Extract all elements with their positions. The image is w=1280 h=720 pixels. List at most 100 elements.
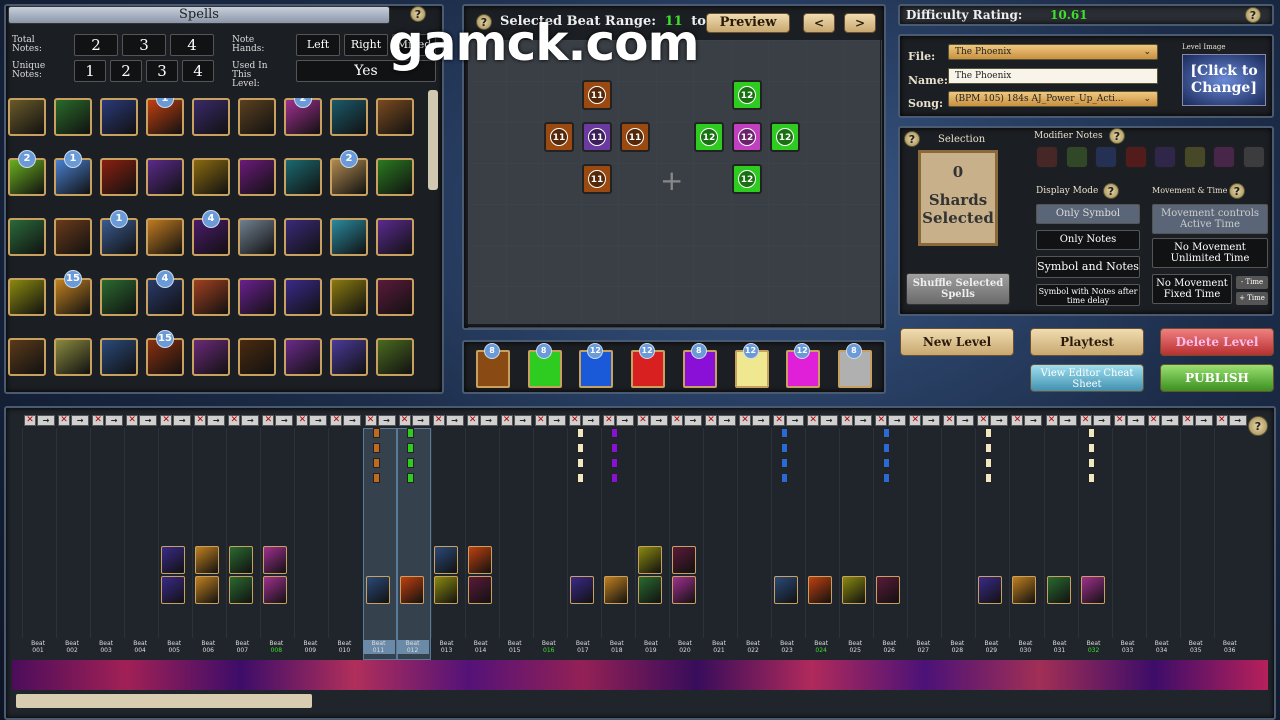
insert-beat-icon[interactable]: →	[888, 415, 907, 426]
timeline-spell[interactable]	[195, 546, 220, 574]
insert-beat-icon[interactable]: →	[786, 415, 805, 426]
spell-card[interactable]	[192, 98, 230, 136]
insert-beat-icon[interactable]: →	[990, 415, 1009, 426]
insert-beat-icon[interactable]: →	[547, 415, 566, 426]
display-mode-help-icon[interactable]: ?	[1103, 183, 1119, 199]
spell-card[interactable]	[284, 158, 322, 196]
beat-label[interactable]: Beat 030	[1009, 640, 1041, 654]
spell-card[interactable]	[8, 338, 46, 376]
delete-beat-icon[interactable]: ✕	[126, 415, 139, 426]
insert-beat-icon[interactable]: →	[37, 415, 55, 426]
grid-note-green[interactable]: 12	[732, 164, 762, 194]
timeline-note-marker[interactable]	[576, 428, 584, 438]
timeline-note-marker[interactable]	[610, 443, 618, 453]
timeline-spell[interactable]	[229, 546, 254, 574]
unique-notes-2[interactable]: 2	[110, 60, 142, 82]
timeline-spell[interactable]	[978, 576, 1003, 604]
timeline-note-marker[interactable]	[406, 443, 414, 453]
insert-beat-icon[interactable]: →	[615, 415, 634, 426]
spell-card[interactable]	[100, 158, 138, 196]
unique-notes-1[interactable]: 1	[74, 60, 106, 82]
beat-label[interactable]: Beat 019	[635, 640, 667, 654]
timeline-note-marker[interactable]	[1087, 428, 1095, 438]
insert-beat-icon[interactable]: →	[377, 415, 396, 426]
beat-label[interactable]: Beat 032	[1078, 640, 1110, 654]
delete-beat-icon[interactable]: ✕	[228, 415, 241, 426]
timeline-spell[interactable]	[195, 576, 220, 604]
insert-beat-icon[interactable]: →	[411, 415, 430, 426]
playtest-button[interactable]: Playtest	[1030, 328, 1144, 356]
delete-beat-icon[interactable]: ✕	[1011, 415, 1024, 426]
publish-button[interactable]: PUBLISH	[1160, 364, 1274, 392]
modifier-note-slot[interactable]	[1213, 146, 1235, 168]
delete-beat-icon[interactable]: ✕	[841, 415, 854, 426]
insert-beat-icon[interactable]: →	[1194, 415, 1213, 426]
grid-note-brown[interactable]: 11	[620, 122, 650, 152]
beat-label[interactable]: Beat 026	[873, 640, 905, 654]
timeline-note-marker[interactable]	[985, 458, 993, 468]
timeline-spell[interactable]	[161, 576, 186, 604]
beat-label[interactable]: Beat 034	[1146, 640, 1178, 654]
spell-card[interactable]	[192, 278, 230, 316]
spell-card[interactable]	[100, 98, 138, 136]
beat-label[interactable]: Beat 007	[226, 640, 258, 654]
delete-beat-icon[interactable]: ✕	[92, 415, 105, 426]
timeline-note-marker[interactable]	[781, 458, 789, 468]
spell-card[interactable]	[238, 158, 276, 196]
selection-help-icon[interactable]: ?	[904, 131, 920, 147]
display-only-notes[interactable]: Only Notes	[1036, 230, 1140, 250]
timeline-note-marker[interactable]	[883, 443, 891, 453]
beat-label[interactable]: Beat 036	[1214, 640, 1246, 654]
spell-card[interactable]	[100, 338, 138, 376]
unique-notes-3[interactable]: 3	[146, 60, 178, 82]
spell-card[interactable]	[284, 338, 322, 376]
next-range-button[interactable]: >	[844, 13, 876, 33]
hand-right-button[interactable]: Right	[344, 34, 388, 56]
delete-beat-icon[interactable]: ✕	[1181, 415, 1194, 426]
spell-card[interactable]	[238, 98, 276, 136]
total-notes-3[interactable]: 3	[122, 34, 166, 56]
insert-beat-icon[interactable]: →	[1160, 415, 1179, 426]
beat-label[interactable]: Beat 017	[567, 640, 599, 654]
delete-beat-icon[interactable]: ✕	[909, 415, 922, 426]
delete-beat-icon[interactable]: ✕	[1147, 415, 1160, 426]
delete-beat-icon[interactable]: ✕	[194, 415, 207, 426]
insert-beat-icon[interactable]: →	[173, 415, 192, 426]
beat-label[interactable]: Beat 014	[465, 640, 497, 654]
spell-card[interactable]	[330, 218, 368, 256]
beat-label[interactable]: Beat 031	[1044, 640, 1076, 654]
spell-card[interactable]	[284, 218, 322, 256]
shuffle-selected-button[interactable]: Shuffle Selected Spells	[906, 273, 1010, 305]
delete-beat-icon[interactable]: ✕	[296, 415, 309, 426]
display-symbol-and-notes[interactable]: Symbol and Notes	[1036, 256, 1140, 278]
modifier-note-slot[interactable]	[1183, 146, 1206, 168]
grid-note-green[interactable]: 12	[694, 122, 724, 152]
timeline-note-marker[interactable]	[883, 458, 891, 468]
prev-range-button[interactable]: <	[803, 13, 835, 33]
spell-card[interactable]	[330, 98, 368, 136]
delete-beat-icon[interactable]: ✕	[432, 415, 445, 426]
timeline-spell[interactable]	[876, 576, 901, 604]
spell-card[interactable]	[146, 158, 184, 196]
timeline-note-marker[interactable]	[1087, 443, 1095, 453]
delete-beat-icon[interactable]: ✕	[602, 415, 615, 426]
timeline-spell[interactable]	[637, 546, 662, 574]
grid-note-green[interactable]: 12	[770, 122, 800, 152]
timeline-spell[interactable]	[808, 576, 833, 604]
timeline-note-marker[interactable]	[985, 473, 993, 483]
insert-beat-icon[interactable]: →	[649, 415, 668, 426]
modifier-help-icon[interactable]: ?	[1109, 128, 1125, 144]
timeline-note-marker[interactable]	[576, 473, 584, 483]
spell-card[interactable]	[376, 218, 414, 256]
beat-label[interactable]: Beat 029	[975, 640, 1007, 654]
plus-time-button[interactable]: + Time	[1236, 292, 1268, 305]
no-movement-fixed-time[interactable]: No Movement Fixed Time	[1152, 274, 1232, 304]
insert-beat-icon[interactable]: →	[683, 415, 702, 426]
grid-spell-center[interactable]: 11	[582, 122, 612, 152]
movement-controls-active-time[interactable]: Movement controls Active Time	[1152, 204, 1268, 234]
beat-label[interactable]: Beat 002	[56, 640, 88, 654]
timeline-note-marker[interactable]	[372, 443, 380, 453]
spell-card[interactable]	[284, 278, 322, 316]
insert-beat-icon[interactable]: →	[445, 415, 464, 426]
spell-card[interactable]	[100, 278, 138, 316]
